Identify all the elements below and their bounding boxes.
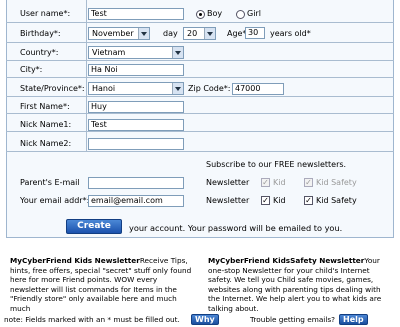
row-divider: [6, 131, 394, 132]
parent-kid-safety-label: Kid Safety: [316, 178, 357, 187]
birthday-label: Birthday*:: [20, 29, 61, 38]
city-label: City*:: [20, 65, 43, 74]
kids-newsletter-title: MyCyberFriend Kids Newsletter: [10, 256, 140, 265]
row-divider: [6, 96, 394, 97]
zip-input[interactable]: 47000: [232, 83, 284, 95]
kids-newsletter-description: MyCyberFriend Kids NewsletterReceive Tip…: [10, 256, 194, 314]
girl-label: Girl: [247, 9, 261, 18]
nick1-label: Nick Name1:: [20, 120, 72, 129]
email-newsletter-label: Newsletter: [206, 196, 250, 205]
dropdown-arrow-icon: [172, 47, 183, 58]
trouble-text: Trouble getting emails?: [250, 315, 336, 324]
row-divider: [6, 77, 394, 78]
birth-day-value: 20: [187, 29, 198, 38]
nick2-input[interactable]: [88, 138, 184, 150]
boy-label: Boy: [207, 9, 223, 18]
country-select[interactable]: Vietnam: [88, 46, 184, 59]
parent-email-label: Parent's E-mail: [20, 178, 80, 187]
username-input[interactable]: Test: [88, 8, 184, 20]
state-value: Hanoi: [92, 84, 116, 93]
row-divider: [6, 60, 394, 61]
state-select[interactable]: Hanoi: [88, 82, 184, 95]
dropdown-arrow-icon: [172, 83, 183, 94]
row-divider: [6, 151, 394, 152]
age-label: Age*: [227, 29, 247, 38]
kidssafety-newsletter-title: MyCyberFriend KidsSafety Newsletter: [208, 256, 365, 265]
country-label: Country*:: [20, 48, 59, 57]
nick2-label: Nick Name2:: [20, 139, 72, 148]
email-input[interactable]: email@email.com: [88, 195, 184, 207]
parent-newsletter-label: Newsletter: [206, 178, 250, 187]
first-name-input[interactable]: Huy: [88, 101, 184, 113]
dropdown-arrow-icon: [138, 28, 149, 39]
age-input[interactable]: 30: [245, 27, 265, 39]
username-label: User name*:: [20, 9, 71, 18]
required-fields-note: note: Fields marked with an * must be fi…: [4, 315, 180, 324]
email-kid-label: Kid: [273, 196, 286, 205]
parent-email-input[interactable]: [88, 177, 184, 189]
first-name-label: First Name*:: [20, 102, 70, 111]
state-label: State/Province*:: [20, 84, 85, 93]
birth-month-value: November: [92, 29, 134, 38]
birth-month-select[interactable]: November: [88, 27, 150, 40]
parent-kid-safety-checkbox[interactable]: ✓: [304, 178, 313, 187]
zip-label: Zip Code*:: [188, 84, 231, 93]
email-kid-checkbox[interactable]: ✓: [261, 196, 270, 205]
age-suffix: years old*: [270, 29, 311, 38]
parent-kid-checkbox[interactable]: ✓: [261, 178, 270, 187]
row-divider: [6, 22, 394, 23]
email-kid-safety-checkbox[interactable]: ✓: [304, 196, 313, 205]
birth-day-select[interactable]: 20: [183, 27, 216, 40]
dropdown-arrow-icon: [204, 28, 215, 39]
column-divider: [86, 0, 87, 151]
day-label: day: [163, 29, 178, 38]
row-divider: [6, 42, 394, 43]
why-button[interactable]: Why: [191, 314, 219, 325]
country-value: Vietnam: [92, 48, 126, 57]
parent-kid-label: Kid: [273, 178, 286, 187]
subscribe-text: Subscribe to our FREE newsletters.: [206, 160, 347, 169]
kidssafety-newsletter-description: MyCyberFriend KidsSafety NewsletterYour …: [208, 256, 394, 314]
city-input[interactable]: Ha Noi: [88, 64, 184, 76]
row-divider: [6, 113, 394, 114]
create-button[interactable]: Create: [66, 219, 122, 234]
help-button[interactable]: Help: [339, 314, 368, 325]
nick1-input[interactable]: Test: [88, 119, 184, 131]
boy-radio[interactable]: [196, 10, 205, 19]
email-label: Your email addr*:: [20, 196, 90, 205]
email-kid-safety-label: Kid Safety: [316, 196, 357, 205]
girl-radio[interactable]: [236, 10, 245, 19]
account-info-text: your account. Your password will be emai…: [129, 223, 343, 233]
